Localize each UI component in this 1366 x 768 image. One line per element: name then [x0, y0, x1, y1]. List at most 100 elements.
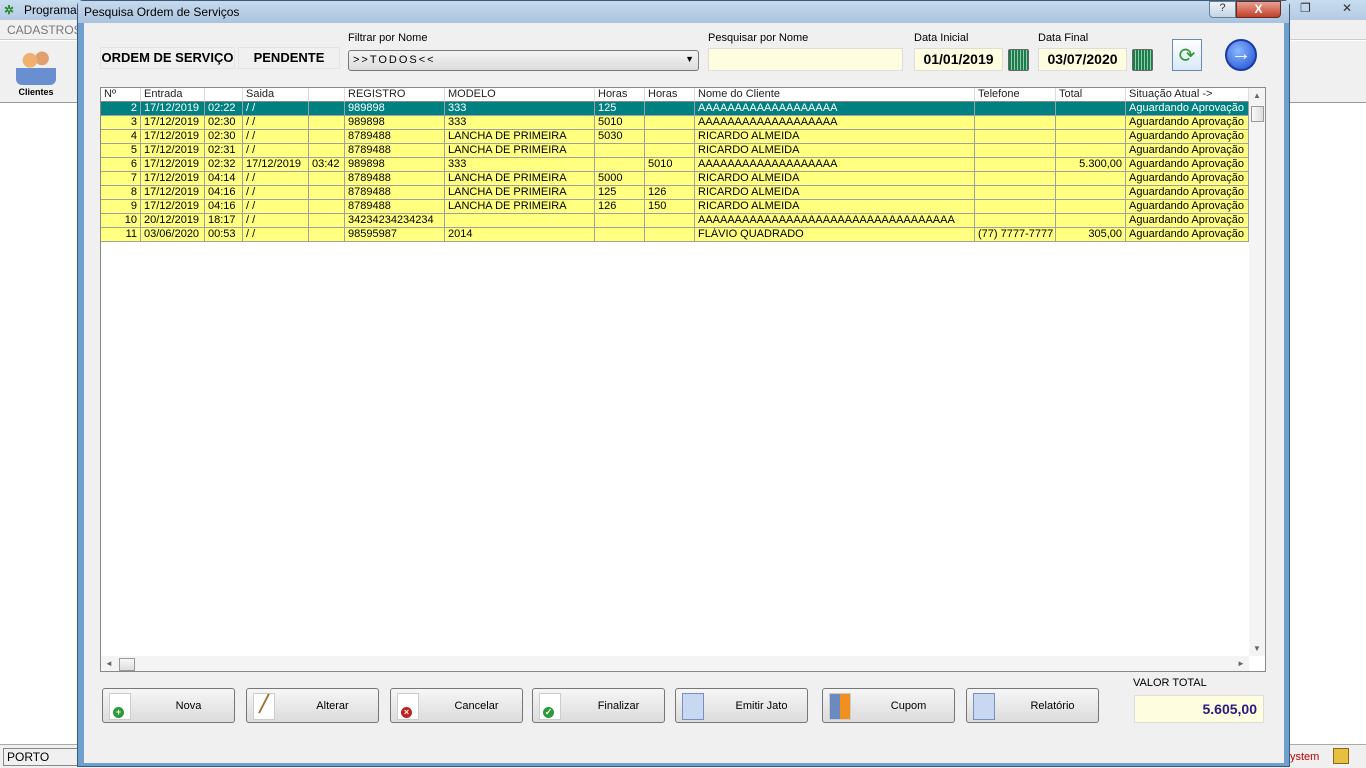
cell-registro: 989898: [345, 116, 445, 130]
table-row[interactable]: 2 17/12/2019 02:22 / / 989898 333 125 AAAAAAAA…: [101, 102, 1249, 116]
cell-telefone: (77) 7777-7777: [975, 228, 1056, 242]
cell-situacao: Aguardando Aprovação: [1126, 116, 1249, 130]
dialog-titlebar: Pesquisa Ordem de Serviços ? X: [78, 1, 1289, 23]
cell-registro: 8789488: [345, 144, 445, 158]
column-header-telefone[interactable]: Telefone: [975, 88, 1056, 102]
cell-cliente: AAAAAAAAAAAAAAAAAAA: [695, 102, 975, 116]
table-row[interactable]: 7 17/12/2019 04:14 / / 8789488 LANCHA DE PRI…: [101, 172, 1249, 186]
vertical-scrollbar[interactable]: ▲ ▼: [1249, 88, 1265, 656]
cell-telefone: [975, 186, 1056, 200]
cell-saida-data: 17/12/2019: [243, 158, 309, 172]
cell-telefone: [975, 144, 1056, 158]
cell-entrada-data: 17/12/2019: [141, 144, 205, 158]
table-row[interactable]: 6 17/12/2019 02:32 17/12/2019 03:42 989898 333…: [101, 158, 1249, 172]
column-header-horas-2[interactable]: Horas: [645, 88, 695, 102]
data-final-input[interactable]: 03/07/2020: [1038, 48, 1127, 71]
cell-saida-hora: [309, 228, 345, 242]
cell-horas-1: [595, 144, 645, 158]
valor-total-value: 5.605,00: [1134, 695, 1264, 723]
emitir-jato-button[interactable]: Emitir Jato: [675, 688, 808, 723]
column-header-numero[interactable]: Nº: [101, 88, 141, 102]
filter-select[interactable]: >>TODOS<< ▼: [348, 50, 699, 71]
cell-registro: 8789488: [345, 172, 445, 186]
cell-total: [1056, 130, 1126, 144]
column-header-total[interactable]: Total: [1056, 88, 1126, 102]
column-header-entrada-data[interactable]: Entrada: [141, 88, 205, 102]
orders-grid[interactable]: Nº Entrada Saida REGISTRO MODELO Horas Horas No…: [100, 87, 1266, 672]
cell-horas-2: [645, 130, 695, 144]
table-row[interactable]: 3 17/12/2019 02:30 / / 989898 333 5010 AAAAAAA…: [101, 116, 1249, 130]
valor-total-label: VALOR TOTAL: [1133, 677, 1207, 689]
scroll-left-icon[interactable]: ◄: [105, 659, 113, 668]
cell-entrada-data: 17/12/2019: [141, 158, 205, 172]
check-document-icon: ✓: [539, 693, 561, 720]
column-header-registro[interactable]: REGISTRO: [345, 88, 445, 102]
search-input[interactable]: [708, 48, 903, 71]
table-row[interactable]: 9 17/12/2019 04:16 / / 8789488 LANCHA DE PRI…: [101, 200, 1249, 214]
nova-button[interactable]: + Nova: [102, 688, 235, 723]
scroll-right-icon[interactable]: ►: [1237, 659, 1245, 668]
app-close-icon[interactable]: ✕: [1342, 1, 1352, 15]
calendar-icon[interactable]: [1132, 49, 1153, 71]
cell-entrada-hora: 02:30: [205, 130, 243, 144]
scroll-thumb[interactable]: [119, 658, 135, 671]
column-header-entrada-hora[interactable]: [205, 88, 243, 102]
cell-situacao: Aguardando Aprovação: [1126, 200, 1249, 214]
relatorio-button[interactable]: Relatório: [966, 688, 1099, 723]
column-header-modelo[interactable]: MODELO: [445, 88, 595, 102]
column-header-cliente[interactable]: Nome do Cliente: [695, 88, 975, 102]
cell-modelo: 2014: [445, 228, 595, 242]
refresh-icon: ⟳: [1178, 45, 1196, 67]
toolbar-clientes-button[interactable]: Clientes: [12, 47, 60, 97]
dialog-body: ORDEM DE SERVIÇO PENDENTE Filtrar por No…: [84, 23, 1284, 763]
finalizar-button[interactable]: ✓ Finalizar: [532, 688, 665, 723]
cell-saida-data: / /: [243, 228, 309, 242]
alterar-button[interactable]: ╱ Alterar: [246, 688, 379, 723]
menu-cadastros[interactable]: CADASTROS: [7, 23, 82, 37]
table-row[interactable]: 11 03/06/2020 00:53 / / 98595987 2014 FLÁVIO …: [101, 228, 1249, 242]
scroll-up-icon[interactable]: ▲: [1253, 91, 1261, 100]
cell-total: [1056, 214, 1126, 228]
column-header-situacao[interactable]: Situação Atual ->: [1126, 88, 1249, 102]
go-button[interactable]: →: [1225, 39, 1257, 71]
user-key-icon: [1333, 748, 1349, 764]
data-inicial-input[interactable]: 01/01/2019: [914, 48, 1003, 71]
cell-modelo: 333: [445, 158, 595, 172]
cell-telefone: [975, 116, 1056, 130]
scroll-thumb[interactable]: [1251, 106, 1264, 122]
table-row[interactable]: 4 17/12/2019 02:30 / / 8789488 LANCHA DE PRI…: [101, 130, 1249, 144]
cell-entrada-hora: 02:31: [205, 144, 243, 158]
cancelar-button[interactable]: × Cancelar: [390, 688, 523, 723]
table-row[interactable]: 5 17/12/2019 02:31 / / 8789488 LANCHA DE PRI…: [101, 144, 1249, 158]
scroll-down-icon[interactable]: ▼: [1253, 644, 1261, 653]
table-row[interactable]: 10 20/12/2019 18:17 / / 34234234234234 AAAAA…: [101, 214, 1249, 228]
cell-saida-hora: [309, 214, 345, 228]
cupom-button[interactable]: Cupom: [822, 688, 955, 723]
horizontal-scrollbar[interactable]: ◄ ►: [101, 656, 1249, 671]
column-header-saida-hora[interactable]: [309, 88, 345, 102]
cell-entrada-hora: 18:17: [205, 214, 243, 228]
cell-entrada-hora: 00:53: [205, 228, 243, 242]
column-header-saida-data[interactable]: Saida: [243, 88, 309, 102]
cell-horas-1: [595, 214, 645, 228]
table-row[interactable]: 8 17/12/2019 04:16 / / 8789488 LANCHA DE PRI…: [101, 186, 1249, 200]
cell-total: [1056, 144, 1126, 158]
column-header-horas-1[interactable]: Horas: [595, 88, 645, 102]
calendar-icon[interactable]: [1008, 49, 1029, 71]
cell-horas-1: [595, 228, 645, 242]
cell-telefone: [975, 158, 1056, 172]
cancel-document-icon: ×: [397, 693, 419, 720]
pendente-label: PENDENTE: [238, 47, 340, 69]
refresh-button[interactable]: ⟳: [1172, 39, 1202, 71]
help-button[interactable]: ?: [1209, 1, 1236, 18]
cell-numero: 10: [101, 214, 141, 228]
cell-horas-1: 125: [595, 102, 645, 116]
filter-value: >>TODOS<<: [353, 54, 436, 66]
cell-horas-1: 5010: [595, 116, 645, 130]
cell-horas-2: [645, 172, 695, 186]
restore-icon[interactable]: ❐: [1300, 1, 1311, 15]
cell-total: [1056, 172, 1126, 186]
dialog-close-button[interactable]: X: [1236, 1, 1281, 18]
cell-modelo: LANCHA DE PRIMEIRA: [445, 144, 595, 158]
cell-entrada-hora: 02:22: [205, 102, 243, 116]
